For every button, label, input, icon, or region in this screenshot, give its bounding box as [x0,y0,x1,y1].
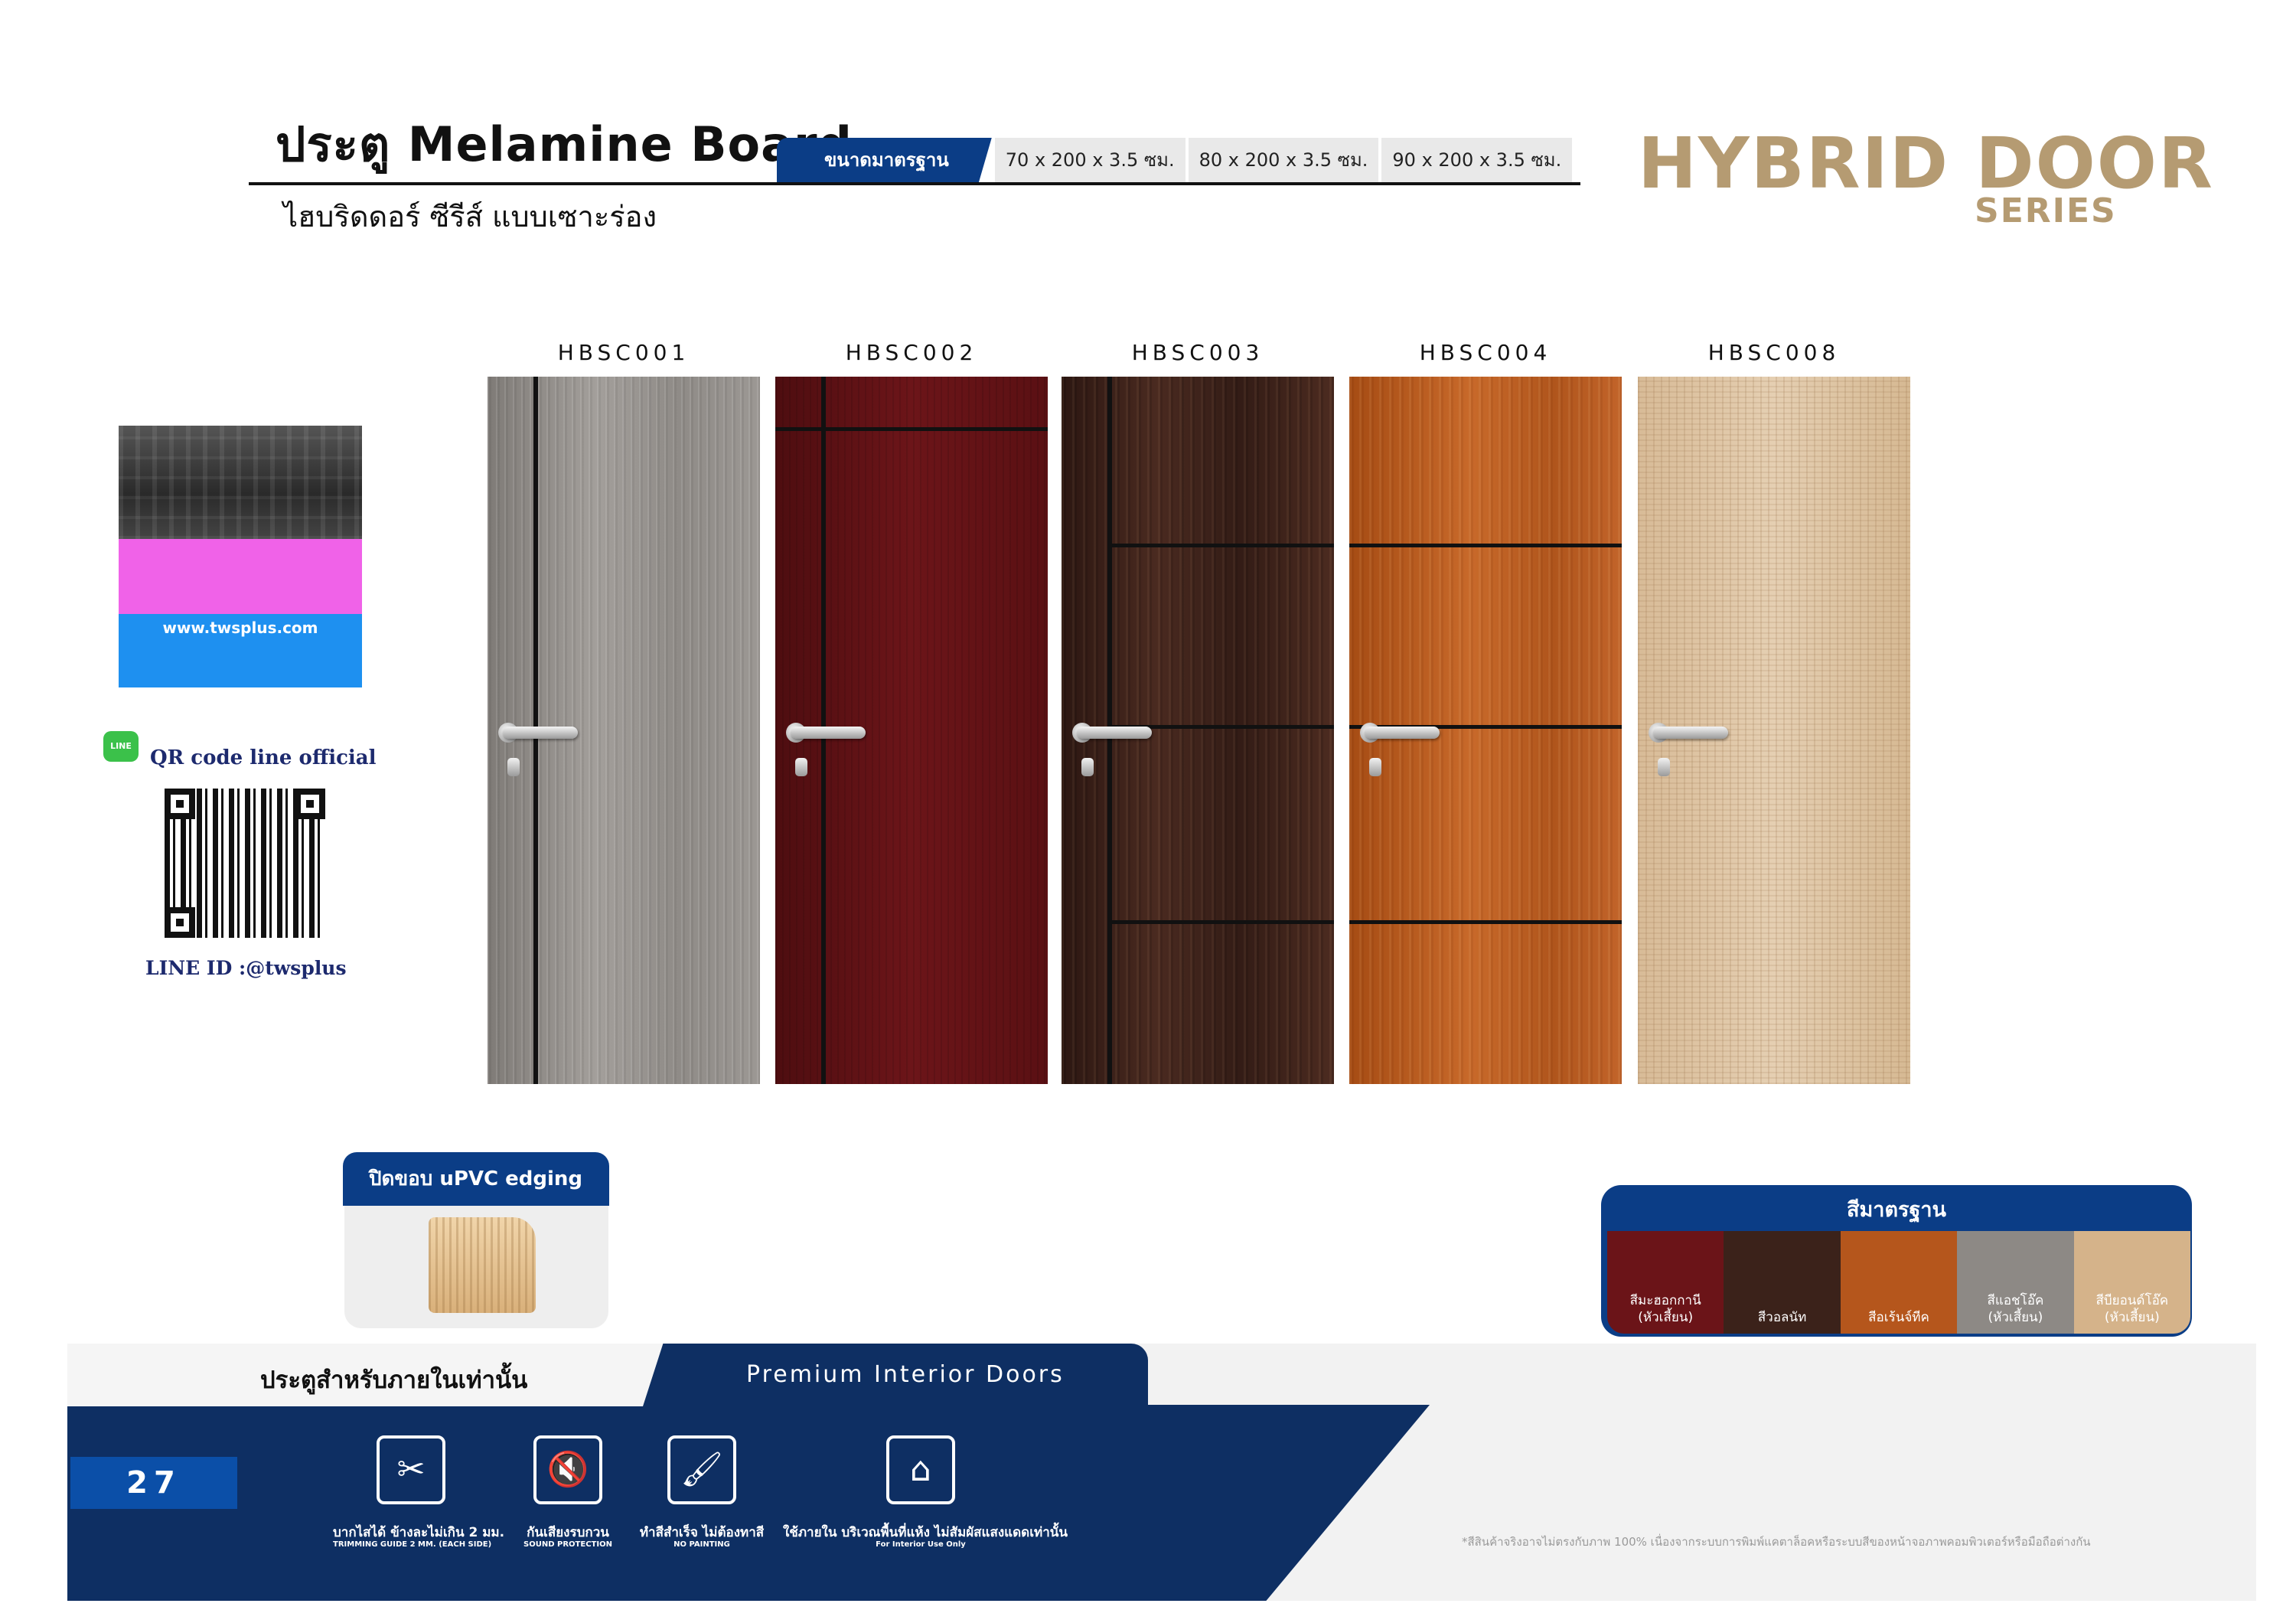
door-lock [795,758,807,776]
trimming-icon: ✂ [377,1435,445,1504]
feature-title: บากไสได้ ข้างละไม่เกิน 2 มม. [333,1525,505,1540]
door-lock [1081,758,1094,776]
door-hbsc002[interactable] [775,377,1048,1084]
door-hbsc004[interactable] [1349,377,1622,1084]
door-handle [791,727,866,739]
swatch-mahogany[interactable]: สีมะฮอกกานี (หัวเสี้ยน) [1607,1231,1724,1334]
size-option: 70 x 200 x 3.5 ซม. [994,138,1186,182]
size-option: 80 x 200 x 3.5 ซม. [1188,138,1379,182]
color-swatches: สีมะฮอกกานี (หัวเสี้ยน) สีวอลนัท สีอเร้น… [1607,1231,2190,1334]
swatch-orange-teak[interactable]: สีอเร้นจ์ทีค [1840,1231,1958,1334]
door-lock [507,758,520,776]
door-handle [503,727,578,739]
company-card[interactable]: www.twsplus.com [119,426,362,687]
door-groove [1107,920,1334,924]
door-code: HBSC008 [1707,340,1841,365]
premium-interior-label: Premium Interior Doors [746,1361,1065,1388]
size-table: ขนาดมาตรฐาน 70 x 200 x 3.5 ซม. 80 x 200 … [777,138,1573,182]
qr-title: QR code line official [150,746,377,769]
line-icon: LINE [103,731,139,762]
feature-subtitle: For Interior Use Only [876,1540,966,1549]
door-handle [1077,727,1152,739]
title-divider [249,182,1580,185]
edging-label: ปิดขอบ uPVC edging [343,1152,609,1206]
swatch-label: สีมะฮอกกานี [1629,1293,1701,1308]
swatch-label: สีอเร้นจ์ทีค [1868,1310,1929,1325]
warehouse-photo [119,426,362,539]
brand-logo-subtitle: SERIES [1975,191,2117,230]
page-title: ประตู Melamine Board [276,116,853,172]
feature-title: ทำสีสำเร็จ ไม่ต้องทาสี [639,1525,765,1540]
size-option: 90 x 200 x 3.5 ซม. [1381,138,1573,182]
company-url[interactable]: www.twsplus.com [119,619,362,637]
feature-subtitle: NO PAINTING [673,1540,730,1549]
size-label: ขนาดมาตรฐาน [777,138,992,182]
edging-sample-image [429,1217,536,1313]
qr-finder-icon [165,907,195,938]
line-id: LINE ID :@twsplus [145,957,347,979]
door-code: HBSC001 [557,340,690,365]
swatch-label-sub: (หัวเสี้ยน) [1988,1310,2043,1325]
door-groove [1349,920,1622,924]
door-groove [1349,544,1622,547]
qr-finder-icon [165,789,195,819]
company-info-band [119,539,362,614]
footer-navy-band [67,1405,1430,1601]
swatch-label-sub: (หัวเสี้ยน) [2104,1310,2160,1325]
door-lock [1658,758,1670,776]
interior-use-icon: ⌂ [886,1435,955,1504]
swatch-label-sub: (หัวเสี้ยน) [1638,1310,1694,1325]
no-painting-icon: 🖌 [667,1435,736,1504]
swatch-label: สีบียอนด์โอ๊ค [2095,1293,2169,1308]
door-hbsc008[interactable] [1638,377,1910,1084]
standard-colors-title: สีมาตรฐาน [1847,1198,1946,1222]
swatch-walnut[interactable]: สีวอลนัท [1724,1231,1841,1334]
door-code: HBSC002 [845,340,978,365]
door-code: HBSC004 [1419,340,1552,365]
door-handle [1653,727,1728,739]
page-subtitle: ไฮบริดดอร์ ซีรีส์ แบบเซาะร่อง [283,200,657,233]
page-number: 27 [70,1457,237,1509]
door-hbsc001[interactable] [488,377,760,1084]
door-handle [1365,727,1440,739]
feature-subtitle: SOUND PROTECTION [523,1540,612,1549]
qr-code-icon[interactable] [165,789,325,938]
swatch-label: สีแอชโอ๊ค [1987,1293,2044,1308]
door-groove [775,427,1048,431]
feature-subtitle: TRIMMING GUIDE 2 MM. (EACH SIDE) [333,1540,492,1549]
interior-only-label: ประตูสำหรับภายในเท่านั้น [260,1367,528,1394]
door-groove [1107,544,1334,547]
brand-logo-title: HYBRID DOOR [1638,122,2214,204]
door-code: HBSC003 [1131,340,1264,365]
door-hbsc003[interactable] [1062,377,1334,1084]
qr-finder-icon [295,789,325,819]
swatch-ash-oak[interactable]: สีแอชโอ๊ค (หัวเสี้ยน) [1957,1231,2074,1334]
swatch-beyond-oak[interactable]: สีบียอนด์โอ๊ค (หัวเสี้ยน) [2073,1231,2190,1334]
sound-protection-icon: 🔇 [533,1435,602,1504]
disclaimer-text: *สีสินค้าจริงอาจไม่ตรงกับภาพ 100% เนื่อง… [1462,1535,2091,1549]
door-lock [1369,758,1381,776]
swatch-label: สีวอลนัท [1757,1310,1807,1325]
feature-title: กันเสียงรบกวน [527,1525,609,1540]
feature-title: ใช้ภายใน บริเวณพื้นที่แห้ง ไม่สัมผัสแสงแ… [783,1525,1068,1540]
